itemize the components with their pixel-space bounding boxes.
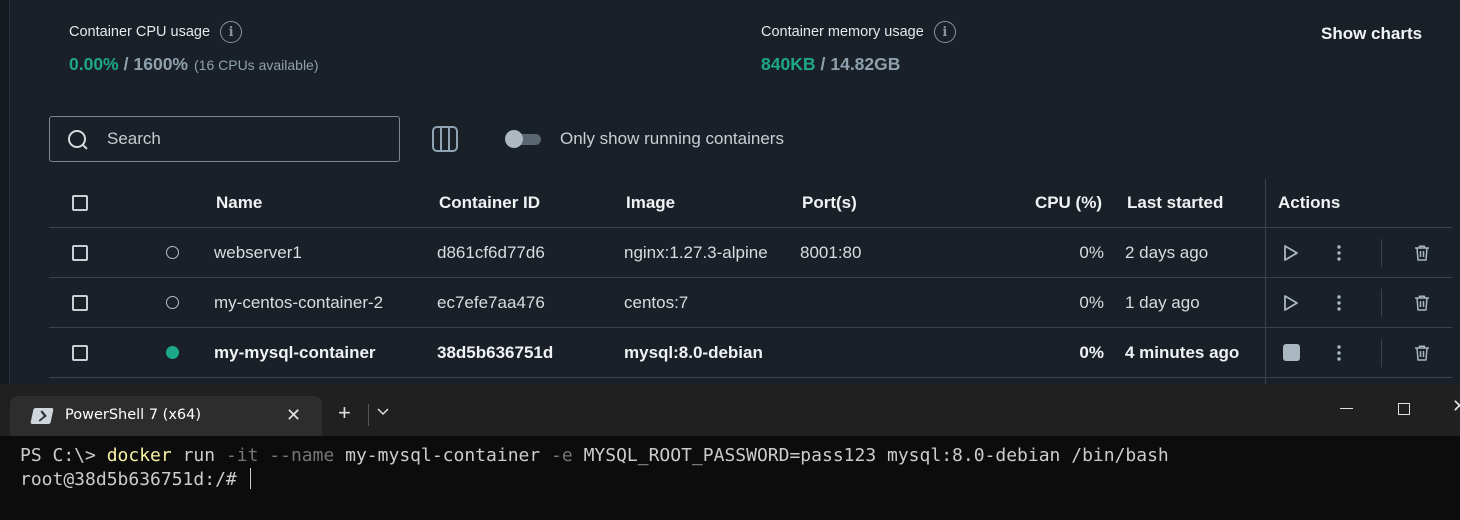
new-tab-button[interactable]: + <box>338 402 351 424</box>
kebab-icon <box>1337 344 1341 361</box>
table-row[interactable]: my-mysql-container 38d5b636751d mysql:8.0-… <box>49 328 1452 378</box>
stop-icon <box>1283 344 1300 361</box>
more-actions-button[interactable] <box>1336 228 1342 277</box>
table-row[interactable]: my-centos-container-2 ec7efe7aa476 centos:… <box>49 278 1452 328</box>
text-cursor <box>249 468 251 489</box>
container-id: d861cf6d77d6 <box>437 242 545 262</box>
cpu-usage-stat: Container CPU usage i 0.00% / 1600% (16 … <box>69 21 319 78</box>
row-checkbox[interactable] <box>72 244 88 261</box>
status-dot-icon <box>166 296 179 309</box>
show-charts-button[interactable]: Show charts <box>1321 24 1422 44</box>
container-cpu: 0% <box>1079 242 1104 262</box>
row-checkbox[interactable] <box>72 344 88 361</box>
table-row[interactable]: webserver1 d861cf6d77d6 nginx:1.27.3-alpin… <box>49 228 1452 278</box>
table-header: Name Container ID Image Port(s) CPU (%) … <box>49 179 1452 228</box>
search-icon <box>68 129 87 149</box>
chevron-down-icon[interactable] <box>376 404 390 422</box>
container-ports-link[interactable]: 8001:80 <box>800 228 861 277</box>
delete-button[interactable] <box>1413 228 1431 277</box>
stop-button[interactable] <box>1283 328 1300 377</box>
container-name-link[interactable]: my-centos-container-2 <box>214 278 383 327</box>
container-last-started: 1 day ago <box>1125 292 1200 312</box>
cpu-usage-label: Container CPU usage <box>69 24 211 40</box>
status-dot-icon <box>166 346 179 359</box>
powershell-icon <box>30 408 54 424</box>
kebab-icon <box>1337 294 1341 311</box>
window-close-icon[interactable]: ✕ <box>1452 396 1460 417</box>
docker-desktop-containers-view: Container CPU usage i 0.00% / 1600% (16 … <box>0 0 1460 384</box>
container-id: ec7efe7aa476 <box>437 292 545 312</box>
header-actions: Actions <box>1278 193 1341 212</box>
search-input[interactable] <box>107 129 387 149</box>
memory-usage-stat: Container memory usage i 840KB / 14.82GB <box>761 21 956 78</box>
header-ports[interactable]: Port(s) <box>802 179 857 227</box>
kebab-icon <box>1337 244 1341 261</box>
more-actions-button[interactable] <box>1336 328 1342 377</box>
header-name[interactable]: Name <box>216 179 262 227</box>
container-name-link[interactable]: webserver1 <box>214 228 302 277</box>
terminal-output[interactable]: PS C:\> docker run -it --name my-mysql-c… <box>20 444 1169 492</box>
memory-usage-label: Container memory usage <box>761 24 924 40</box>
terminal-tabbar: PowerShell 7 (x64) ✕ + ✕ <box>0 384 1460 436</box>
info-icon[interactable]: i <box>933 21 956 43</box>
more-actions-button[interactable] <box>1336 278 1342 327</box>
header-container-id[interactable]: Container ID <box>439 179 540 227</box>
terminal-tab[interactable]: PowerShell 7 (x64) ✕ <box>10 396 322 436</box>
terminal-window: PowerShell 7 (x64) ✕ + ✕ PS C:\> docker … <box>0 384 1460 520</box>
row-checkbox[interactable] <box>72 294 88 311</box>
play-icon <box>1284 294 1298 311</box>
info-icon[interactable]: i <box>220 21 243 43</box>
search-box[interactable] <box>49 116 400 162</box>
play-icon <box>1284 244 1298 261</box>
container-cpu: 0% <box>1079 292 1104 312</box>
toggle-label: Only show running containers <box>560 129 784 148</box>
status-dot-icon <box>166 246 179 259</box>
container-image-link[interactable]: mysql:8.0-debian <box>624 328 763 377</box>
delete-button[interactable] <box>1413 278 1431 327</box>
trash-icon <box>1415 294 1429 311</box>
header-last-started[interactable]: Last started <box>1127 179 1223 227</box>
header-image[interactable]: Image <box>626 179 675 227</box>
container-last-started: 2 days ago <box>1125 242 1209 262</box>
start-button[interactable] <box>1283 278 1299 327</box>
container-cpu: 0% <box>1079 342 1104 362</box>
cpu-usage-value: 0.00% / 1600% (16 CPUs available) <box>69 54 319 74</box>
memory-usage-value: 840KB / 14.82GB <box>761 54 901 74</box>
container-image-link[interactable]: centos:7 <box>624 278 688 327</box>
select-all-checkbox[interactable] <box>72 195 88 211</box>
container-id: 38d5b636751d <box>437 342 554 362</box>
container-name-link[interactable]: my-mysql-container <box>214 328 376 377</box>
container-image-link[interactable]: nginx:1.27.3-alpine <box>624 228 768 277</box>
header-cpu[interactable]: CPU (%) <box>1002 179 1102 227</box>
maximize-icon[interactable] <box>1398 403 1410 415</box>
close-icon[interactable]: ✕ <box>286 405 301 426</box>
delete-button[interactable] <box>1413 328 1431 377</box>
running-only-toggle[interactable] <box>505 130 541 148</box>
containers-table: Name Container ID Image Port(s) CPU (%) … <box>49 179 1452 384</box>
container-last-started: 4 minutes ago <box>1125 342 1240 362</box>
columns-icon[interactable] <box>432 126 458 152</box>
terminal-tab-title: PowerShell 7 (x64) <box>65 407 202 423</box>
start-button[interactable] <box>1283 228 1299 277</box>
trash-icon <box>1415 244 1429 261</box>
minimize-icon[interactable] <box>1340 408 1353 409</box>
trash-icon <box>1415 344 1429 361</box>
